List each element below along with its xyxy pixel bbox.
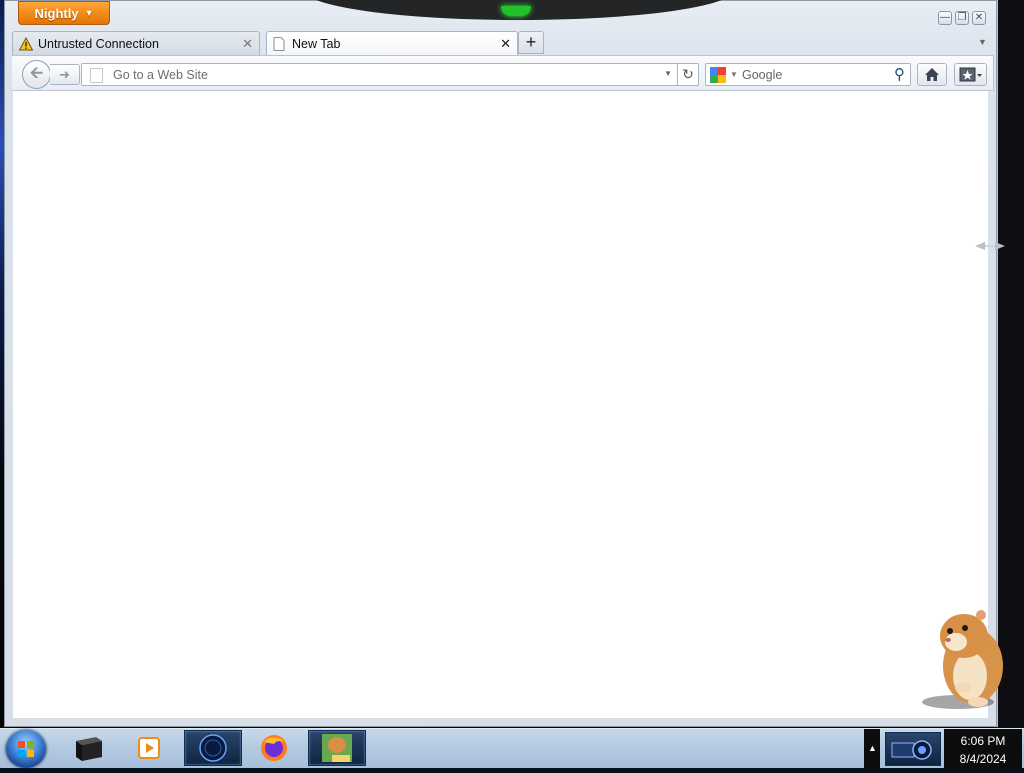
bookmarks-button[interactable] bbox=[954, 63, 987, 86]
chevron-down-icon: ▼ bbox=[84, 8, 94, 18]
tab-close-icon[interactable]: ✕ bbox=[242, 36, 253, 52]
arrow-right-icon: ➜ bbox=[59, 67, 70, 82]
back-button[interactable]: 🡨 bbox=[22, 60, 51, 89]
clock-date: 8/4/2024 bbox=[959, 752, 1007, 766]
show-hidden-icons-icon[interactable]: ▲ bbox=[868, 743, 877, 753]
side-collapse-arrow-icon[interactable] bbox=[975, 241, 1005, 251]
tab-strip: Untrusted Connection ✕ New Tab ✕ + ▼ bbox=[12, 31, 992, 56]
minimize-icon: — bbox=[940, 12, 950, 23]
url-bar[interactable]: ▼ bbox=[81, 63, 678, 86]
minimize-button[interactable]: — bbox=[938, 11, 952, 25]
taskbar-hamster-box[interactable] bbox=[308, 730, 366, 766]
tab-label: New Tab bbox=[292, 37, 341, 51]
tab-new-tab[interactable]: New Tab ✕ bbox=[266, 31, 518, 56]
warning-icon bbox=[18, 36, 34, 51]
tab-list-chevron-icon[interactable]: ▼ bbox=[978, 37, 987, 47]
taskbar-firefox[interactable] bbox=[245, 730, 303, 766]
tab-untrusted-connection[interactable]: Untrusted Connection ✕ bbox=[12, 31, 260, 55]
media-player-icon bbox=[138, 737, 160, 759]
arrow-left-icon: 🡨 bbox=[30, 65, 43, 82]
nightly-menu-label: Nightly bbox=[34, 5, 79, 21]
firefox-icon bbox=[261, 735, 287, 761]
terminal-icon bbox=[76, 737, 102, 761]
tab-label: Untrusted Connection bbox=[38, 36, 159, 51]
reload-button[interactable]: ↻ bbox=[677, 63, 699, 86]
nightly-app-menu-button[interactable]: Nightly ▼ bbox=[18, 1, 110, 25]
taskbar-clock[interactable]: 6:06 PM 8/4/2024 bbox=[944, 729, 1022, 769]
taskbar: ▲ 6:06 PM 8/4/2024 bbox=[0, 728, 1024, 769]
tray-camera-app[interactable] bbox=[885, 732, 941, 766]
navigation-toolbar: 🡨 ➜ ▼ ↻ ▼ ⚲ bbox=[12, 55, 994, 91]
plus-icon: + bbox=[525, 32, 537, 52]
url-input[interactable] bbox=[113, 66, 653, 83]
hamster-mascot-image bbox=[922, 610, 1003, 709]
camera-icon bbox=[891, 740, 932, 760]
close-icon: ✕ bbox=[974, 12, 984, 23]
start-button[interactable] bbox=[6, 730, 46, 768]
taskbar-media-player[interactable] bbox=[120, 730, 178, 766]
search-input[interactable] bbox=[742, 66, 882, 83]
search-engine-dropdown-icon[interactable]: ▼ bbox=[730, 70, 738, 79]
taskbar-globe-app[interactable] bbox=[184, 730, 242, 766]
home-button[interactable] bbox=[917, 63, 947, 86]
blank-page-icon bbox=[273, 37, 287, 51]
clock-time: 6:06 PM bbox=[960, 734, 1006, 748]
tab-close-icon[interactable]: ✕ bbox=[500, 36, 511, 52]
history-dropdown-icon[interactable]: ▼ bbox=[664, 69, 672, 78]
taskbar-terminal-app[interactable] bbox=[60, 730, 118, 766]
search-bar[interactable]: ▼ ⚲ bbox=[705, 63, 911, 86]
close-window-button[interactable]: ✕ bbox=[972, 11, 986, 25]
reload-icon: ↻ bbox=[682, 66, 694, 82]
site-identity-icon[interactable] bbox=[90, 68, 103, 83]
system-tray: ▲ 6:06 PM 8/4/2024 bbox=[864, 729, 1024, 769]
globe-icon bbox=[199, 734, 227, 762]
new-tab-button[interactable]: + bbox=[518, 31, 544, 54]
home-icon bbox=[925, 68, 939, 81]
search-icon[interactable]: ⚲ bbox=[894, 65, 905, 83]
windows-logo-icon bbox=[18, 741, 34, 757]
restore-button[interactable]: ❐ bbox=[955, 11, 969, 25]
hamster-box-icon bbox=[322, 734, 352, 762]
restore-icon: ❐ bbox=[957, 12, 967, 23]
forward-button[interactable]: ➜ bbox=[50, 64, 80, 85]
bookmarks-icon bbox=[959, 67, 982, 82]
google-logo-icon[interactable] bbox=[710, 67, 726, 83]
page-content-area[interactable] bbox=[13, 91, 988, 718]
